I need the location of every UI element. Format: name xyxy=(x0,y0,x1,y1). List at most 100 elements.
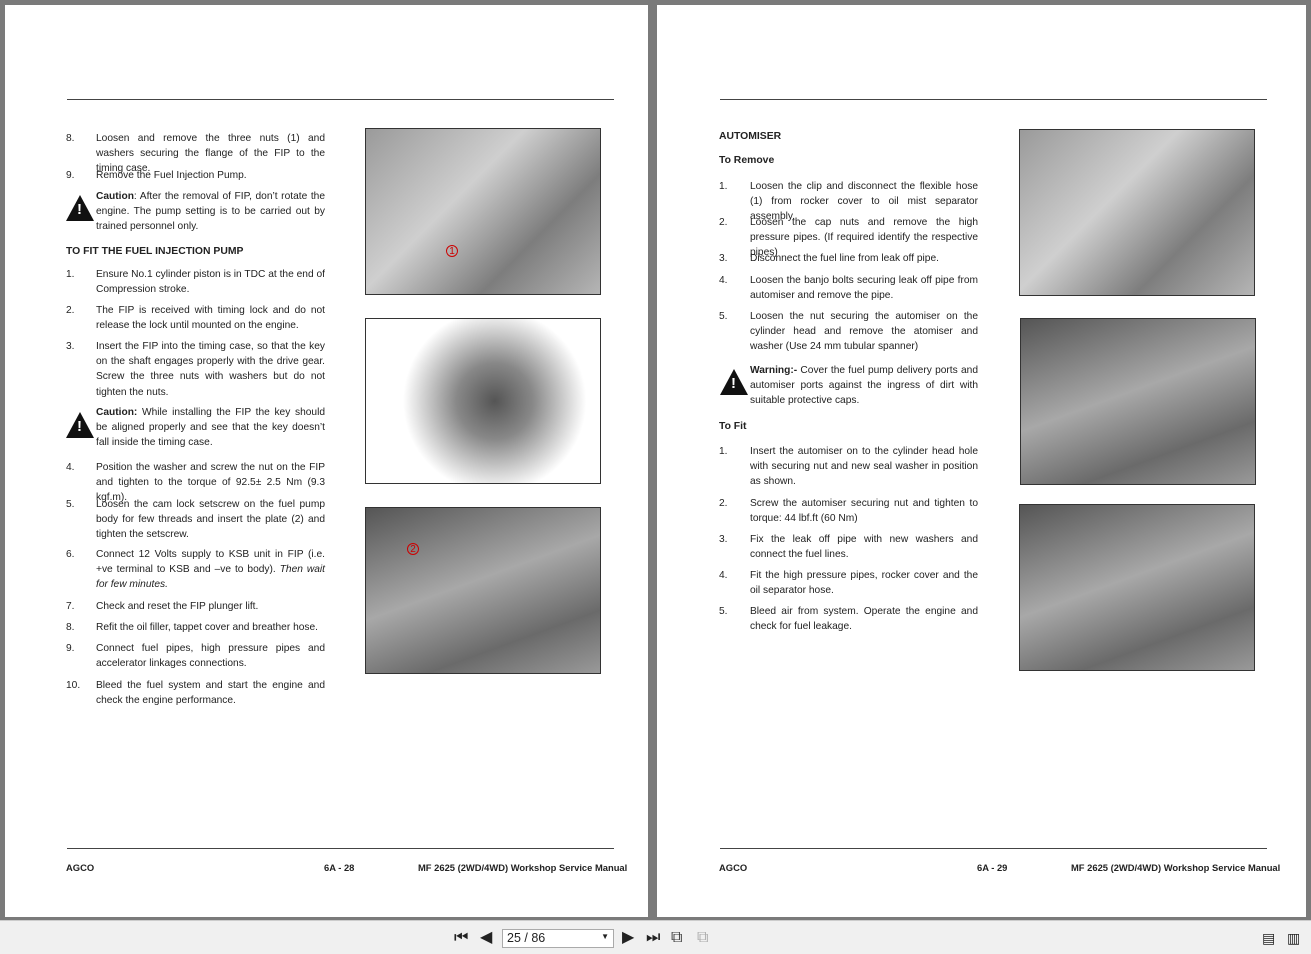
item-text: Fit the high pressure pipes, rocker cove… xyxy=(750,568,978,598)
item-number: 4. xyxy=(66,462,75,473)
item-text: Connect fuel pipes, high pressure pipes … xyxy=(96,641,325,671)
last-page-icon[interactable]: ⏭ xyxy=(646,929,660,947)
item-body: The FIP is received with timing lock and… xyxy=(96,305,325,332)
footer-rule xyxy=(67,848,614,849)
first-page-icon[interactable]: ⏮ xyxy=(454,929,468,947)
item-body: Connect fuel pipes, high pressure pipes … xyxy=(96,643,325,670)
item-number: 4. xyxy=(719,570,728,581)
continuous-view-icon[interactable]: ▥ xyxy=(1287,929,1300,947)
item-number: 10. xyxy=(66,680,81,691)
item-label: Caution xyxy=(96,191,134,202)
warning-icon xyxy=(66,412,94,438)
item-text: The FIP is received with timing lock and… xyxy=(96,303,325,333)
item-number: 1. xyxy=(719,446,728,457)
item-body: Ensure No.1 cylinder piston is in TDC at… xyxy=(96,269,325,296)
item-body: Loosen the banjo bolts securing leak off… xyxy=(750,275,978,302)
footer-rule xyxy=(720,848,1267,849)
warning-icon xyxy=(66,195,94,221)
item-number: 8. xyxy=(66,133,75,144)
item-number: 3. xyxy=(66,341,75,352)
item-number: 4. xyxy=(719,275,728,286)
item-text: Ensure No.1 cylinder piston is in TDC at… xyxy=(96,267,325,297)
item-number: 3. xyxy=(719,253,728,264)
item-body: Insert the FIP into the timing case, so … xyxy=(96,341,325,398)
item-text: Caution: While installing the FIP the ke… xyxy=(96,405,325,451)
item-body: Screw the automiser securing nut and tig… xyxy=(750,498,978,525)
item-number: 2. xyxy=(719,498,728,509)
item-number: 6. xyxy=(66,549,75,560)
footer-manual-title: MF 2625 (2WD/4WD) Workshop Service Manua… xyxy=(1071,862,1281,873)
item-text: Screw the automiser securing nut and tig… xyxy=(750,496,978,526)
item-label: Caution: xyxy=(96,407,138,418)
item-number: 5. xyxy=(719,606,728,617)
item-number: 1. xyxy=(66,269,75,280)
item-text: Loosen the nut securing the automiser on… xyxy=(750,309,978,355)
chevron-down-icon[interactable]: ▼ xyxy=(601,932,609,941)
item-text: Warning:- Cover the fuel pump delivery p… xyxy=(750,363,978,409)
cylinder-head-photo xyxy=(1020,318,1256,485)
item-body: Remove the Fuel Injection Pump. xyxy=(96,170,247,181)
header-rule xyxy=(67,99,614,100)
item-text: Check and reset the FIP plunger lift. xyxy=(96,599,325,614)
item-body: Loosen the cam lock setscrew on the fuel… xyxy=(96,499,325,541)
setscrew-photo xyxy=(365,507,601,674)
section-heading: TO FIT THE FUEL INJECTION PUMP xyxy=(66,246,244,257)
item-body: Fix the leak off pipe with new washers a… xyxy=(750,534,978,561)
item-number: 5. xyxy=(719,311,728,322)
item-number: 2. xyxy=(719,217,728,228)
page-number-value: 25 / 86 xyxy=(507,931,546,945)
item-body: Bleed air from system. Operate the engin… xyxy=(750,606,978,633)
warning-icon xyxy=(720,369,748,395)
page-right: AUTOMISER To Remove To Fit AGCO 6A - 29 … xyxy=(657,5,1306,917)
item-text: Insert the automiser on to the cylinder … xyxy=(750,444,978,490)
item-text: Loosen the banjo bolts securing leak off… xyxy=(750,273,978,303)
item-text: Remove the Fuel Injection Pump. xyxy=(96,168,325,183)
item-body: Refit the oil filler, tappet cover and b… xyxy=(96,622,318,633)
item-body: Loosen the nut securing the automiser on… xyxy=(750,311,978,353)
item-number: 5. xyxy=(66,499,75,510)
item-number: 8. xyxy=(66,622,75,633)
page-number-select[interactable]: 25 / 86 ▼ xyxy=(502,929,614,948)
callout-marker: 1 xyxy=(446,245,458,257)
callout-marker: 2 xyxy=(407,543,419,555)
item-number: 7. xyxy=(66,601,75,612)
item-body: Fit the high pressure pipes, rocker cove… xyxy=(750,570,978,597)
item-text: Caution: After the removal of FIP, don’t… xyxy=(96,189,325,235)
item-body: Check and reset the FIP plunger lift. xyxy=(96,601,259,612)
item-label: Warning:- xyxy=(750,365,798,376)
next-page-icon[interactable]: ▶ xyxy=(622,929,634,947)
fuel-pump-photo xyxy=(365,318,601,484)
item-number: 1. xyxy=(719,181,728,192)
item-number: 2. xyxy=(66,305,75,316)
item-text: Refit the oil filler, tappet cover and b… xyxy=(96,620,325,635)
go-forward-view-icon[interactable]: ⧉ xyxy=(697,929,708,947)
go-back-view-icon[interactable]: ⧉ xyxy=(671,929,682,947)
item-text: Connect 12 Volts supply to KSB unit in F… xyxy=(96,547,325,593)
section-title: AUTOMISER xyxy=(719,131,782,142)
footer-brand: AGCO xyxy=(719,862,748,873)
footer-brand: AGCO xyxy=(66,862,95,873)
item-number: 3. xyxy=(719,534,728,545)
subheading-fit: To Fit xyxy=(719,421,747,432)
engine-photo xyxy=(1019,129,1255,296)
item-body: Disconnect the fuel line from leak off p… xyxy=(750,253,939,264)
header-rule xyxy=(720,99,1267,100)
footer-page-number: 6A - 28 xyxy=(324,862,355,873)
engine-photo-fip xyxy=(365,128,601,295)
subheading-remove: To Remove xyxy=(719,155,775,166)
item-number: 9. xyxy=(66,643,75,654)
automiser-photo xyxy=(1019,504,1255,671)
item-body: Bleed the fuel system and start the engi… xyxy=(96,680,325,707)
item-number: 9. xyxy=(66,170,75,181)
previous-page-icon[interactable]: ◀ xyxy=(480,929,492,947)
footer-page-number: 6A - 29 xyxy=(977,862,1008,873)
pdf-toolbar: ⏮ ◀ 25 / 86 ▼ ▶ ⏭ ⧉ ⧉ ▤ ▥ xyxy=(0,920,1311,954)
page-left: TO FIT THE FUEL INJECTION PUMP 1 2 AGCO … xyxy=(5,5,648,917)
item-text: Bleed air from system. Operate the engin… xyxy=(750,604,978,634)
item-text: Bleed the fuel system and start the engi… xyxy=(96,678,325,708)
item-text: Insert the FIP into the timing case, so … xyxy=(96,339,325,400)
footer-manual-title: MF 2625 (2WD/4WD) Workshop Service Manua… xyxy=(418,862,628,873)
item-body: Insert the automiser on to the cylinder … xyxy=(750,446,978,488)
single-page-view-icon[interactable]: ▤ xyxy=(1262,929,1275,947)
item-text: Fix the leak off pipe with new washers a… xyxy=(750,532,978,562)
